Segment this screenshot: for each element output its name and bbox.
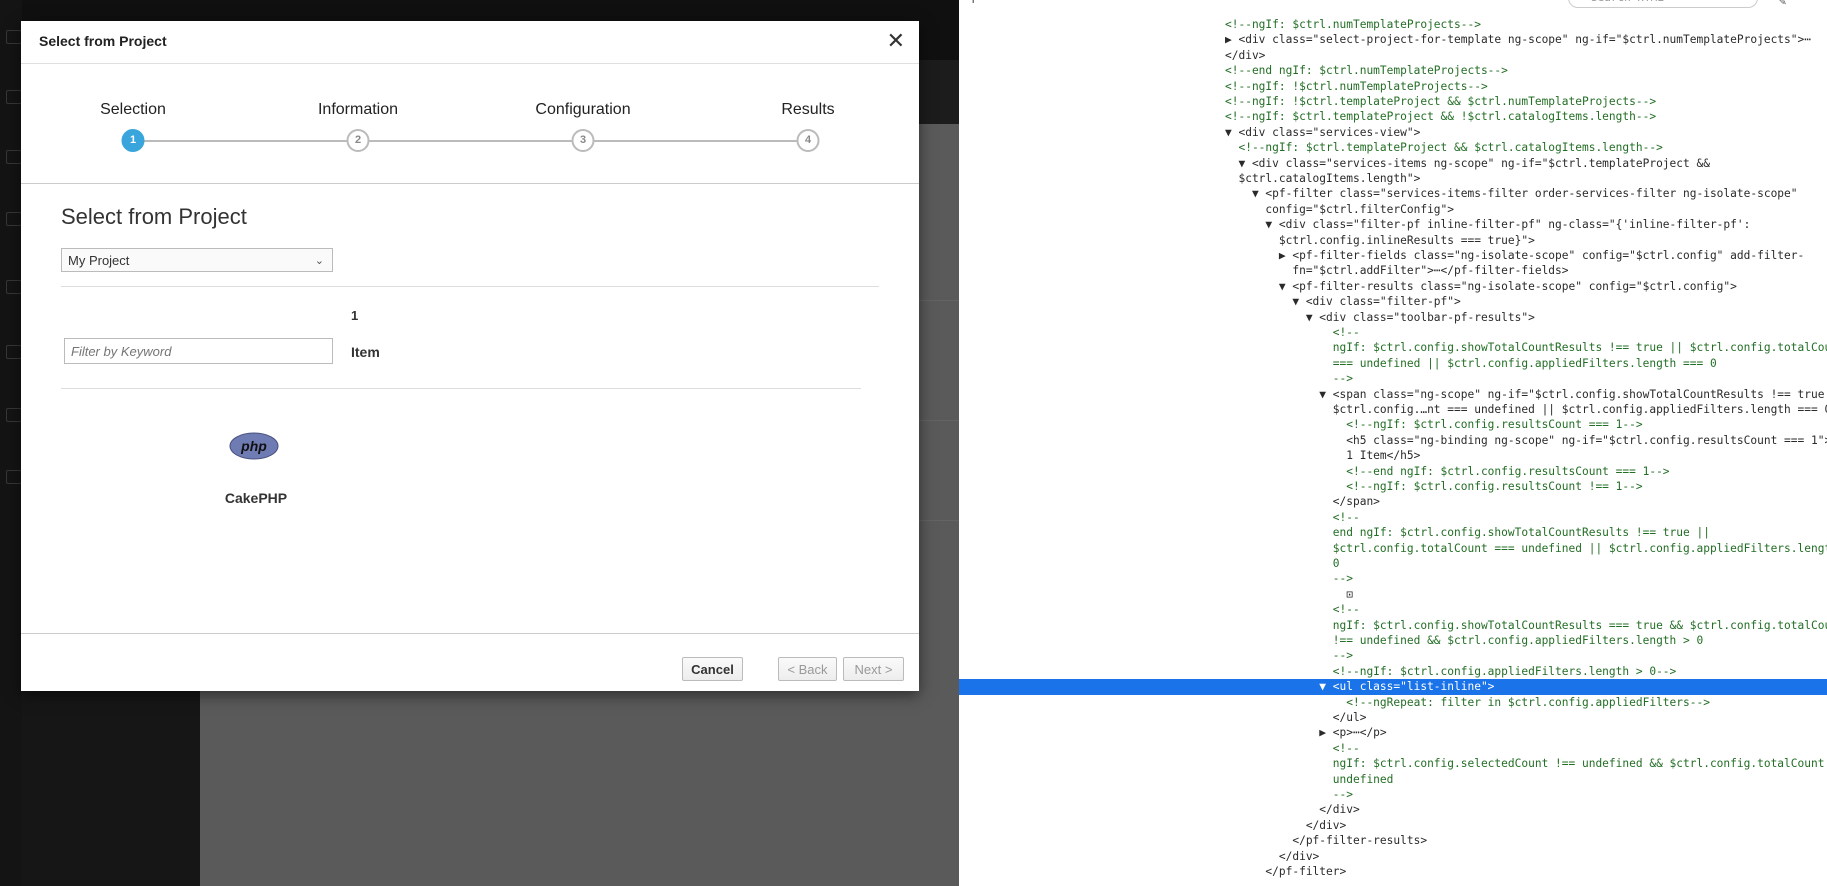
html-tree-line[interactable]: 0 <box>959 556 1827 572</box>
html-tree-line[interactable]: </div> <box>959 849 1827 865</box>
html-tree-line[interactable]: --> <box>959 371 1827 387</box>
html-tree-line[interactable]: <!-- <box>959 741 1827 757</box>
project-select-value: My Project <box>68 253 130 268</box>
php-logo-icon: php <box>229 432 279 460</box>
dialog-body: Select from Project My Project ⌄ 1 Item … <box>21 184 919 634</box>
html-tree-line[interactable]: </pf-filter> <box>959 864 1827 880</box>
devtools-search-input[interactable]: Search HTML <box>1568 0 1758 8</box>
html-tree-line[interactable]: --> <box>959 571 1827 587</box>
html-tree-line[interactable]: ▼ <div class="services-view"> <box>959 125 1827 141</box>
step-information-label[interactable]: Information <box>318 101 398 119</box>
php-logo-text: php <box>240 438 267 454</box>
html-tree-line[interactable]: config="$ctrl.filterConfig"> <box>959 202 1827 218</box>
results-count: 1 <box>351 308 359 323</box>
html-tree-line[interactable]: 1 Item</h5> <box>959 448 1827 464</box>
step-results-label[interactable]: Results <box>781 101 834 119</box>
html-tree-line[interactable]: ▼ <div class="services-items ng-scope" n… <box>959 156 1827 172</box>
html-tree-line[interactable]: === undefined || $ctrl.config.appliedFil… <box>959 356 1827 372</box>
html-tree-line[interactable]: </div> <box>959 802 1827 818</box>
step-selection-label[interactable]: Selection <box>100 101 166 119</box>
chevron-down-icon: ⌄ <box>314 255 324 267</box>
html-tree-line[interactable]: </pf-filter-results> <box>959 833 1827 849</box>
add-node-icon[interactable]: + <box>969 0 977 8</box>
html-tree-line[interactable]: --> <box>959 648 1827 664</box>
html-tree-line[interactable]: <!--ngIf: !$ctrl.numTemplateProjects--> <box>959 79 1827 95</box>
html-tree-line[interactable]: !== undefined && $ctrl.config.appliedFil… <box>959 633 1827 649</box>
step-4-indicator[interactable]: 4 <box>796 129 820 152</box>
dialog-header: Select from Project ✕ <box>21 21 919 64</box>
step-3-indicator[interactable]: 3 <box>571 129 595 152</box>
html-tree-line[interactable]: ▼ <div class="filter-pf inline-filter-pf… <box>959 217 1827 233</box>
html-tree-line[interactable]: $ctrl.config.inlineResults === true}"> <box>959 233 1827 249</box>
html-tree-line[interactable]: <h5 class="ng-binding ng-scope" ng-if="$… <box>959 433 1827 449</box>
eyedropper-icon[interactable]: ✎ <box>1779 0 1786 8</box>
html-tree-line[interactable]: <!--end ngIf: $ctrl.numTemplateProjects-… <box>959 63 1827 79</box>
html-tree-line[interactable]: ▶ <div class="select-project-for-templat… <box>959 32 1827 48</box>
divider <box>61 286 879 287</box>
html-tree-line[interactable]: <!--ngRepeat: filter in $ctrl.config.app… <box>959 695 1827 711</box>
html-tree-line[interactable]: ngIf: $ctrl.config.selectedCount !== und… <box>959 756 1827 772</box>
results-count-label: Item <box>351 344 380 360</box>
html-tree-line[interactable]: <!--ngIf: !$ctrl.templateProject && $ctr… <box>959 94 1827 110</box>
step-configuration-label[interactable]: Configuration <box>535 101 630 119</box>
divider <box>61 388 861 389</box>
html-tree-line[interactable]: ⊡ <box>959 587 1827 603</box>
html-tree-line[interactable]: <!--ngIf: $ctrl.config.appliedFilters.le… <box>959 664 1827 680</box>
html-tree-line[interactable]: <!-- <box>959 325 1827 341</box>
html-tree-line[interactable]: ngIf: $ctrl.config.showTotalCountResults… <box>959 340 1827 356</box>
html-tree-line[interactable]: ▼ <div class="toolbar-pf-results"> <box>959 310 1827 326</box>
select-from-project-dialog: Select from Project ✕ Selection 1 Inform… <box>21 21 919 691</box>
html-tree-line[interactable]: </span> <box>959 494 1827 510</box>
html-tree-line[interactable]: <!-- <box>959 510 1827 526</box>
devtools-inspector: + Search HTML ✎ <!--ngIf: $ctrl.numTempl… <box>959 0 1827 886</box>
step-2-indicator[interactable]: 2 <box>346 129 370 152</box>
html-tree-line[interactable]: fn="$ctrl.addFilter">⋯</pf-filter-fields… <box>959 263 1827 279</box>
html-tree-line[interactable]: undefined <box>959 772 1827 788</box>
html-tree-line[interactable]: $ctrl.config.totalCount === undefined ||… <box>959 541 1827 557</box>
cancel-button[interactable]: Cancel <box>682 657 743 681</box>
html-tree-line[interactable]: end ngIf: $ctrl.config.showTotalCountRes… <box>959 525 1827 541</box>
html-tree-line[interactable]: ▶ <pf-filter-fields class="ng-isolate-sc… <box>959 248 1827 264</box>
html-tree-line[interactable]: <!--ngIf: $ctrl.config.resultsCount !== … <box>959 479 1827 495</box>
close-icon[interactable]: ✕ <box>887 28 905 54</box>
dialog-title: Select from Project <box>39 33 167 49</box>
app-background: Select from Project ✕ Selection 1 Inform… <box>0 0 959 886</box>
html-tree-line[interactable]: ▼ <span class="ng-scope" ng-if="$ctrl.co… <box>959 387 1827 403</box>
html-tree-line[interactable]: ▼ <pf-filter class="services-items-filte… <box>959 186 1827 202</box>
catalog-item-cakephp[interactable]: php CakePHP <box>211 432 331 532</box>
dialog-footer: Cancel < Back Next > <box>21 633 919 692</box>
html-tree-line[interactable]: </div> <box>959 48 1827 64</box>
html-tree-line[interactable]: $ctrl.config.…nt === undefined || $ctrl.… <box>959 402 1827 418</box>
html-tree-line[interactable]: <!-- <box>959 602 1827 618</box>
next-button[interactable]: Next > <box>843 657 904 681</box>
html-tree-line[interactable]: ▼ <pf-filter-results class="ng-isolate-s… <box>959 279 1827 295</box>
filter-keyword-input[interactable] <box>64 338 333 364</box>
html-tree-line[interactable]: <!--ngIf: $ctrl.config.resultsCount === … <box>959 417 1827 433</box>
html-tree-line[interactable]: <!--ngIf: $ctrl.templateProject && $ctrl… <box>959 140 1827 156</box>
html-tree-line[interactable]: ▶ <p>⋯</p> <box>959 725 1827 741</box>
step-track <box>133 140 808 142</box>
html-tree-line[interactable]: <!--ngIf: $ctrl.numTemplateProjects--> <box>959 17 1827 33</box>
wizard-steps: Selection 1 Information 2 Configuration … <box>21 63 919 184</box>
html-tree-line[interactable]: $ctrl.catalogItems.length"> <box>959 171 1827 187</box>
catalog-item-name: CakePHP <box>224 490 288 506</box>
html-tree-line[interactable]: </ul> <box>959 710 1827 726</box>
html-tree-line-selected[interactable]: ▼ <ul class="list-inline"> <box>959 679 1827 695</box>
html-tree-line[interactable]: <!--ngIf: $ctrl.templateProject && !$ctr… <box>959 109 1827 125</box>
project-select[interactable]: My Project ⌄ <box>61 248 333 272</box>
html-tree-line[interactable]: ▼ <div class="filter-pf"> <box>959 294 1827 310</box>
back-button[interactable]: < Back <box>778 657 837 681</box>
html-tree-line[interactable]: </div> <box>959 818 1827 834</box>
step-1-indicator[interactable]: 1 <box>121 129 145 152</box>
html-tree-line[interactable]: --> <box>959 787 1827 803</box>
html-tree-line[interactable]: <!--end ngIf: $ctrl.config.resultsCount … <box>959 464 1827 480</box>
section-title: Select from Project <box>61 204 247 229</box>
html-tree-line[interactable]: ngIf: $ctrl.config.showTotalCountResults… <box>959 618 1827 634</box>
